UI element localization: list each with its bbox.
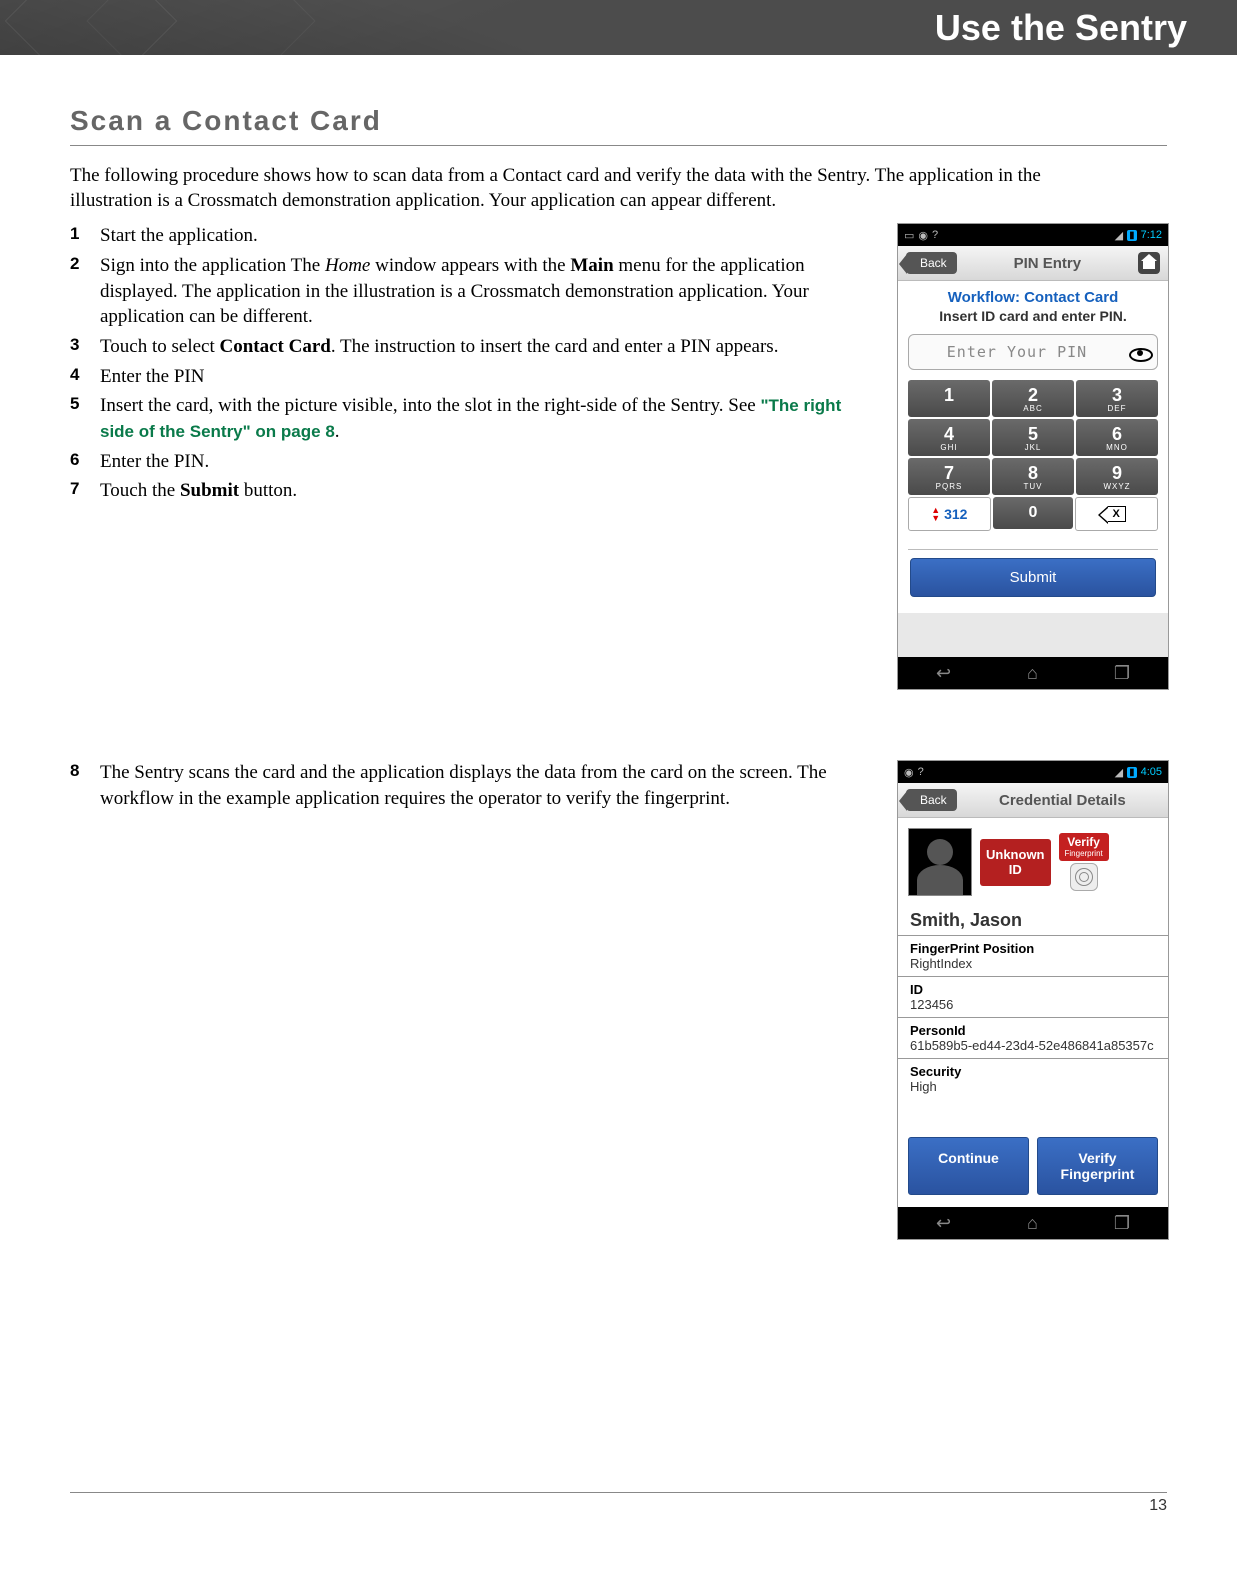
field-fingerprint-position: FingerPrint Position RightIndex <box>898 935 1168 976</box>
keypad: 1 2ABC 3DEF 4GHI 5JKL 6MNO 7PQRS 8TUV 9W… <box>898 380 1168 495</box>
back-button[interactable]: Back <box>906 789 957 811</box>
fingerprint-icon[interactable] <box>1070 863 1098 891</box>
nav-home-icon[interactable]: ⌂ <box>1027 1213 1038 1234</box>
key-7[interactable]: 7PQRS <box>908 458 990 495</box>
intro-paragraph: The following procedure shows how to sca… <box>70 164 1070 213</box>
field-security: Security High <box>898 1058 1168 1099</box>
section-title: Scan a Contact Card <box>70 105 1167 146</box>
step-1: 1 Start the application. <box>70 223 873 249</box>
key-delete[interactable]: X <box>1075 497 1158 531</box>
android-status-bar: ▭ ◉ ? ◢ ▮ 7:12 <box>898 224 1168 246</box>
key-5[interactable]: 5JKL <box>992 419 1074 456</box>
status-time: 7:12 <box>1141 229 1162 241</box>
person-name: Smith, Jason <box>898 906 1168 935</box>
screenshot-pin-entry: ▭ ◉ ? ◢ ▮ 7:12 Back PIN Entry Workflow: … <box>897 223 1169 690</box>
key-language[interactable]: ▲▼ 312 <box>908 497 991 531</box>
submit-button[interactable]: Submit <box>910 558 1156 597</box>
screen-title: PIN Entry <box>965 255 1130 272</box>
nav-back-icon[interactable]: ↩ <box>936 663 951 684</box>
verify-badge[interactable]: Verify Fingerprint <box>1059 833 1109 861</box>
key-6[interactable]: 6MNO <box>1076 419 1158 456</box>
key-2[interactable]: 2ABC <box>992 380 1074 417</box>
instruction-text: Insert ID card and enter PIN. <box>898 308 1168 334</box>
screenshot-credential-details: ◉ ? ◢ ▮ 4:05 Back Credential Details <box>897 760 1169 1240</box>
step-2: 2 Sign into the application The Home win… <box>70 253 873 330</box>
verify-fingerprint-button[interactable]: Verify Fingerprint <box>1037 1137 1158 1195</box>
signal-icon: ◢ <box>1115 229 1123 242</box>
key-8[interactable]: 8TUV <box>992 458 1074 495</box>
chapter-title: Use the Sentry <box>935 7 1187 49</box>
status-time: 4:05 <box>1141 766 1162 778</box>
android-nav-bar: ↩ ⌂ ❐ <box>898 1207 1168 1239</box>
notification-icon: ▭ <box>904 229 914 242</box>
nav-back-icon[interactable]: ↩ <box>936 1213 951 1234</box>
empty-footer <box>898 613 1168 657</box>
pin-input[interactable]: Enter Your PIN <box>908 334 1158 370</box>
battery-icon: ▮ <box>1127 230 1137 241</box>
step-8: 8 The Sentry scans the card and the appl… <box>70 760 873 811</box>
field-personid: PersonId 61b589b5-ed44-23d4-52e486841a85… <box>898 1017 1168 1058</box>
battery-icon: ▮ <box>1127 767 1137 778</box>
screen-title: Credential Details <box>965 792 1160 809</box>
key-1[interactable]: 1 <box>908 380 990 417</box>
nav-home-icon[interactable]: ⌂ <box>1027 663 1038 684</box>
chapter-header: Use the Sentry <box>0 0 1237 55</box>
key-9[interactable]: 9WXYZ <box>1076 458 1158 495</box>
sync-icon: ◉ <box>918 229 928 242</box>
page-number: 13 <box>70 1492 1167 1515</box>
pin-placeholder: Enter Your PIN <box>909 343 1125 361</box>
step-7: 7 Touch the Submit button. <box>70 478 873 504</box>
sync-icon: ◉ <box>904 766 914 779</box>
field-id: ID 123456 <box>898 976 1168 1017</box>
key-4[interactable]: 4GHI <box>908 419 990 456</box>
signal-icon: ◢ <box>1115 766 1123 779</box>
show-pin-icon[interactable] <box>1125 338 1153 366</box>
workflow-label: Workflow: Contact Card <box>898 281 1168 308</box>
step-6: 6 Enter the PIN. <box>70 449 873 475</box>
home-icon[interactable] <box>1138 252 1160 274</box>
help-icon: ? <box>932 229 938 241</box>
nav-recent-icon[interactable]: ❐ <box>1114 1213 1130 1234</box>
key-3[interactable]: 3DEF <box>1076 380 1158 417</box>
nav-recent-icon[interactable]: ❐ <box>1114 663 1130 684</box>
back-button[interactable]: Back <box>906 252 957 274</box>
step-3: 3 Touch to select Contact Card. The inst… <box>70 334 873 360</box>
step-4: 4 Enter the PIN <box>70 364 873 390</box>
android-nav-bar: ↩ ⌂ ❐ <box>898 657 1168 689</box>
unknown-id-badge: Unknown ID <box>980 839 1051 886</box>
avatar-placeholder <box>908 828 972 896</box>
android-status-bar: ◉ ? ◢ ▮ 4:05 <box>898 761 1168 783</box>
continue-button[interactable]: Continue <box>908 1137 1029 1195</box>
step-5: 5 Insert the card, with the picture visi… <box>70 393 873 444</box>
help-icon: ? <box>918 766 924 778</box>
key-0[interactable]: 0 <box>993 497 1074 529</box>
